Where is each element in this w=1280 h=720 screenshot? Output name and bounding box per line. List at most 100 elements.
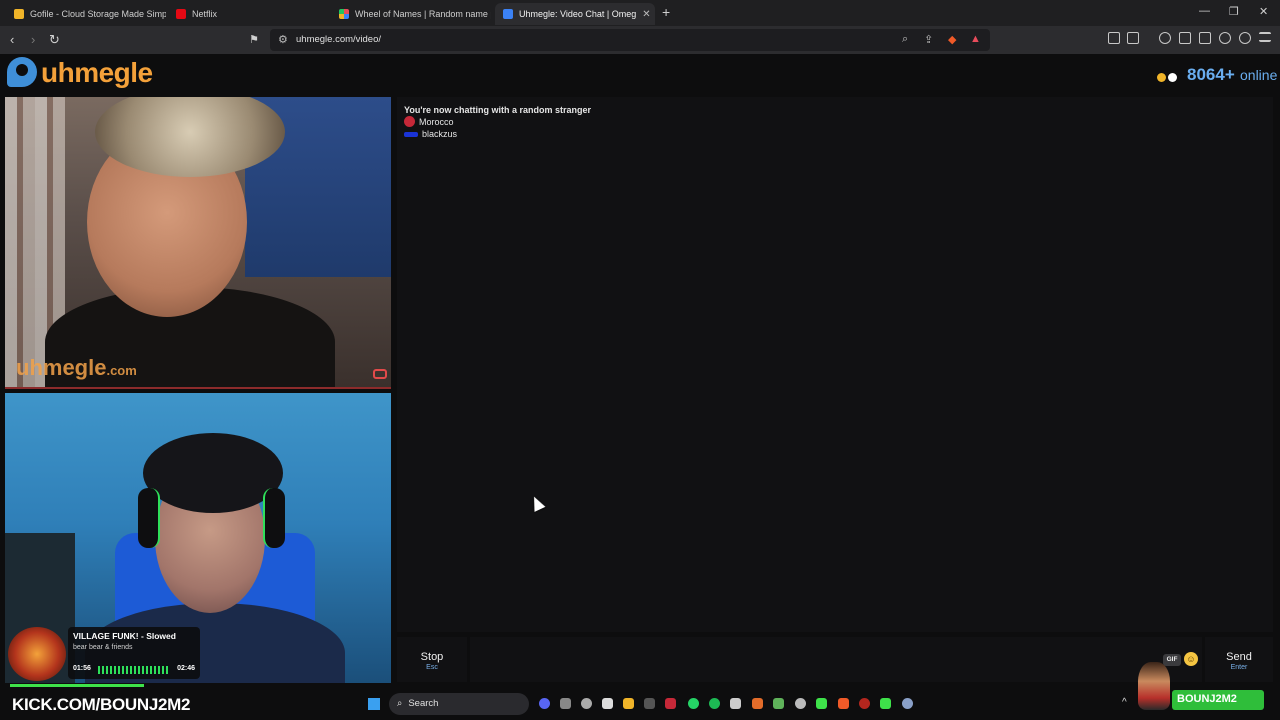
- headset-left-icon: [138, 488, 160, 548]
- minimize-button[interactable]: —: [1199, 5, 1210, 17]
- status-dot-icon: [1157, 73, 1166, 82]
- search-icon: ⌕: [397, 698, 403, 709]
- stop-label: Stop: [420, 651, 444, 663]
- uhmegle-favicon-icon: [503, 9, 513, 19]
- play-icon[interactable]: [816, 698, 827, 709]
- calculator-icon[interactable]: [602, 698, 613, 709]
- app-orange-icon[interactable]: [752, 698, 763, 709]
- vpn-icon[interactable]: [1239, 32, 1251, 44]
- whatsapp-icon[interactable]: [688, 698, 699, 709]
- maximize-button[interactable]: ❐: [1229, 5, 1239, 18]
- kick-icon[interactable]: [880, 698, 891, 709]
- chat-log[interactable]: You're now chatting with a random strang…: [397, 97, 1273, 632]
- app-red-icon[interactable]: [665, 698, 676, 709]
- close-window-button[interactable]: ✕: [1259, 5, 1268, 18]
- back-arrow-icon[interactable]: ‹: [10, 32, 14, 48]
- search-label: Search: [408, 698, 439, 709]
- tab-label: Netflix: [192, 9, 218, 19]
- tab-gofile[interactable]: Gofile - Cloud Storage Made Simple: [6, 3, 166, 25]
- now-playing-widget: VILLAGE FUNK! - Slowed bear bear & frien…: [8, 627, 200, 681]
- rewards-triangle-icon[interactable]: ▲: [970, 33, 981, 45]
- watermark-suffix: .com: [106, 363, 137, 378]
- settings-icon[interactable]: [644, 698, 655, 709]
- audio-waveform-icon: [98, 666, 168, 674]
- url-text: uhmegle.com/video/: [296, 34, 382, 45]
- status-dot-icon: [1168, 73, 1177, 82]
- chrome-icon[interactable]: [581, 698, 592, 709]
- app-green-icon[interactable]: [773, 698, 784, 709]
- send-button[interactable]: Send Enter: [1205, 637, 1273, 682]
- send-shortcut: Enter: [1230, 664, 1248, 671]
- tab-label: Uhmegle: Video Chat | Omeg: [519, 9, 637, 19]
- send-label: Send: [1226, 651, 1252, 663]
- site-header: uhmegle 8064+ online: [0, 54, 1280, 94]
- tab-netflix[interactable]: Netflix: [168, 3, 328, 25]
- stream-progress-bar: [10, 684, 144, 687]
- menu-icon[interactable]: [1259, 32, 1271, 42]
- country-name: Morocco: [419, 116, 454, 127]
- tab-wheel-of-names[interactable]: Wheel of Names | Random name pic: [331, 3, 491, 25]
- stop-shortcut: Esc: [426, 664, 438, 671]
- tab-label: Gofile - Cloud Storage Made Simple: [30, 9, 166, 19]
- browser-toolbar: ‹ › ↻ ⚑ ⚙ uhmegle.com/video/ ⌕ ⇪ ◆ ▲: [0, 26, 1280, 54]
- tab-label: Wheel of Names | Random name pic: [355, 9, 491, 19]
- sidebar-icon[interactable]: [1179, 32, 1191, 44]
- watermark-text: uhmegle: [16, 355, 107, 380]
- site-settings-icon[interactable]: ⚙: [278, 33, 288, 46]
- track-title: VILLAGE FUNK! - Slowed: [73, 631, 176, 641]
- address-bar[interactable]: ⚙ uhmegle.com/video/ ⌕ ⇪ ◆ ▲: [270, 29, 990, 51]
- track-artist: bear bear & friends: [73, 644, 133, 651]
- zoom-icon[interactable]: ⌕: [902, 33, 908, 46]
- opera-icon[interactable]: [859, 698, 870, 709]
- emoji-icon[interactable]: ☺: [1184, 652, 1198, 666]
- wallet-icon[interactable]: [1199, 32, 1211, 44]
- extensions-icon[interactable]: [1108, 32, 1120, 44]
- user-badge-icon: [404, 131, 418, 137]
- screenshot-icon[interactable]: [1127, 32, 1139, 44]
- forward-arrow-icon[interactable]: ›: [31, 32, 35, 48]
- report-flag-icon[interactable]: [373, 369, 387, 379]
- logo-bubble-icon[interactable]: [7, 57, 37, 87]
- app-gear-icon[interactable]: [795, 698, 806, 709]
- stop-button[interactable]: Stop Esc: [397, 637, 467, 682]
- tab-uhmegle[interactable]: Uhmegle: Video Chat | Omeg ✕: [495, 3, 655, 25]
- uhmegle-watermark: uhmegle.com: [16, 355, 137, 381]
- windows-start-icon[interactable]: [368, 698, 380, 710]
- netflix-favicon-icon: [176, 9, 186, 19]
- taskbar-search[interactable]: ⌕ Search: [389, 693, 529, 715]
- self-hair: [143, 433, 283, 513]
- file-explorer-icon[interactable]: [623, 698, 634, 709]
- windows-taskbar: [0, 688, 1280, 720]
- media-icon[interactable]: [1159, 32, 1171, 44]
- gif-button[interactable]: GIF: [1163, 654, 1181, 666]
- share-icon[interactable]: ⇪: [924, 33, 933, 46]
- reload-icon[interactable]: ↻: [49, 32, 60, 48]
- site-logo[interactable]: uhmegle: [41, 57, 153, 89]
- app-white-icon[interactable]: [730, 698, 741, 709]
- username-text: blackzus: [422, 129, 458, 139]
- brave-browser-icon[interactable]: [838, 698, 849, 709]
- gofile-favicon-icon: [14, 9, 24, 19]
- stranger-video: uhmegle.com: [5, 97, 391, 387]
- chat-message-input[interactable]: [470, 637, 1202, 682]
- video-divider: [5, 387, 391, 389]
- stranger-username: blackzus: [404, 129, 457, 139]
- morocco-flag-icon: [404, 116, 415, 127]
- new-tab-button[interactable]: +: [662, 4, 670, 20]
- stranger-country: Morocco: [404, 116, 454, 127]
- leo-ai-icon[interactable]: [1219, 32, 1231, 44]
- headset-right-icon: [263, 488, 285, 548]
- tray-expand-icon[interactable]: ^: [1122, 697, 1127, 708]
- now-playing-panel: VILLAGE FUNK! - Slowed bear bear & frien…: [68, 627, 200, 679]
- tab-close-icon[interactable]: ✕: [642, 9, 650, 20]
- discord-icon[interactable]: [539, 698, 550, 709]
- online-count: 8064+: [1187, 65, 1235, 84]
- app-blue-icon[interactable]: [902, 698, 913, 709]
- spotify-icon[interactable]: [709, 698, 720, 709]
- wheel-favicon-icon: [339, 9, 349, 19]
- browser-tab-strip: Gofile - Cloud Storage Made Simple Netfl…: [0, 0, 1280, 26]
- track-elapsed: 01:56: [73, 665, 91, 672]
- brave-shield-icon[interactable]: ◆: [948, 33, 956, 46]
- app-icon[interactable]: [560, 698, 571, 709]
- bookmark-icon[interactable]: ⚑: [249, 32, 259, 48]
